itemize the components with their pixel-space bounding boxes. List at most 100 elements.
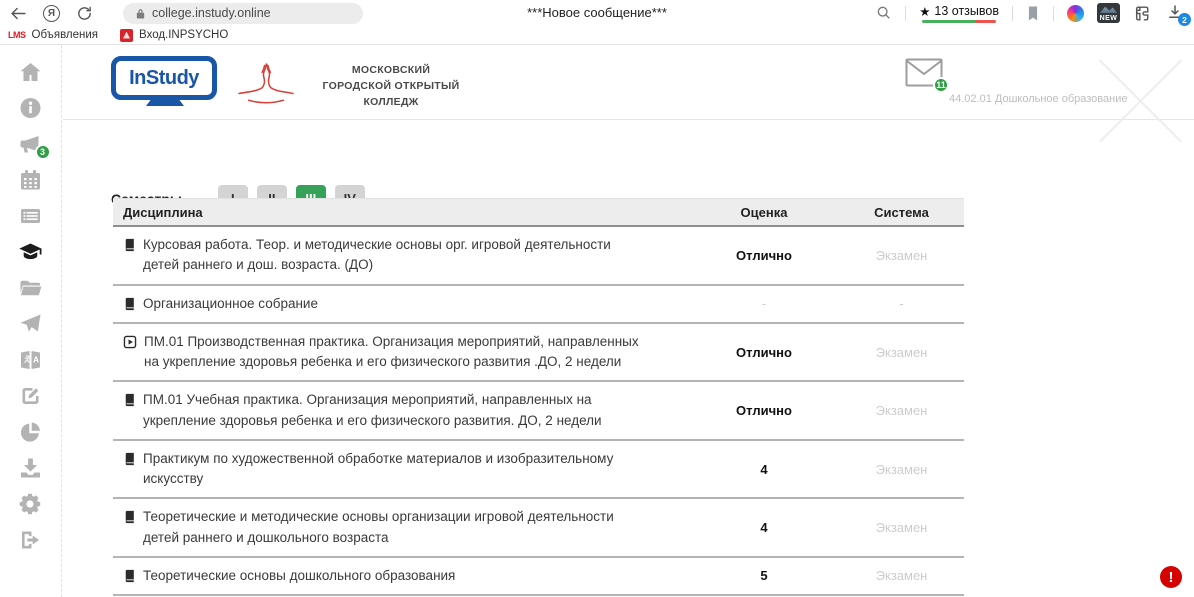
svg-text:A: A [33,354,39,364]
url-text: college.instudy.online [152,6,271,20]
star-icon: ★ [919,4,930,19]
bookmark-flag-icon[interactable] [1026,5,1040,22]
sidebar-item-edit[interactable] [18,383,44,408]
sidebar-item-calendar[interactable] [18,167,44,192]
main-content: InStudy МОСКОВСКИЙ ГОРОДСКОЙ ОТКРЫТЫЙ КО… [63,45,1194,597]
sidebar-item-info[interactable] [18,95,44,120]
table-row[interactable]: Курсовая работа. Теор. и методические ос… [113,227,964,286]
system-cell: Экзамен [839,520,964,535]
extension-new-icon[interactable]: NEW [1097,3,1120,23]
browser-profile-icon[interactable]: Я [43,5,60,22]
bookmark-label: Объявления [32,29,99,41]
table-row[interactable]: Практикум по художественной обработке ма… [113,441,964,500]
column-header-discipline: Дисциплина [113,205,689,220]
college-name: МОСКОВСКИЙ ГОРОДСКОЙ ОТКРЫТЫЙ КОЛЛЕДЖ [301,63,481,110]
bookmark-announcements[interactable]: LMS Объявления [8,29,98,41]
alert-icon[interactable]: ! [1160,566,1182,588]
mail-badge: 11 [933,77,949,93]
home-icon [18,60,43,84]
downloads-badge: 2 [1178,13,1191,26]
discipline-title: Практикум по художественной обработке ма… [143,449,649,490]
instudy-logo-stand [146,100,184,106]
download-icon [18,456,43,480]
discipline-title: Теоретические и методические основы орга… [143,507,649,548]
system-cell: Экзамен [839,345,964,360]
discipline-cell: ПМ.01 Учебная практика. Организация меро… [113,390,689,431]
sidebar-item-translate[interactable]: えA [18,347,44,372]
book-icon [123,510,136,524]
discipline-title: Теоретические основы дошкольного образов… [143,566,455,586]
svg-text:え: え [24,355,32,364]
sidebar-item-downloads[interactable] [18,455,44,480]
send-icon [18,312,43,336]
browser-toolbar: Я college.instudy.online ***Новое сообще… [0,0,1194,26]
downloads-icon[interactable]: 2 [1166,3,1186,23]
close-x-icon[interactable] [1093,53,1188,148]
system-cell: - [839,296,964,311]
sidebar-item-logout[interactable] [18,527,44,552]
app-header: InStudy МОСКОВСКИЙ ГОРОДСКОЙ ОТКРЫТЫЙ КО… [63,45,1194,120]
column-header-system: Система [839,205,964,220]
sidebar-item-stats[interactable] [18,419,44,444]
page-title: ***Новое сообщение*** [527,5,667,20]
back-icon[interactable] [10,5,27,22]
divider [1012,6,1013,21]
logout-icon [18,528,43,552]
discipline-cell: ПМ.01 Производственная практика. Организ… [113,332,689,373]
folder-icon [18,276,43,300]
table-row[interactable]: Организационное собрание-- [113,286,964,324]
address-bar[interactable]: college.instudy.online [123,3,363,24]
inpsycho-logo-icon [120,29,133,42]
grade-cell: Отлично [689,345,839,360]
graduation-cap-icon [18,240,43,264]
sidebar-item-home[interactable] [18,59,44,84]
sidebar-item-journal[interactable] [18,203,44,228]
rating-bar [922,20,996,23]
bookmarks-bar: LMS Объявления Вход.INPSYCHO [0,26,1194,45]
play-icon [123,335,137,349]
book-icon [123,393,136,407]
table-row[interactable]: ПМ.01 Учебная практика. Организация меро… [113,382,964,441]
grade-cell: 4 [689,462,839,477]
sidebar-item-announcements[interactable]: 3 [18,131,44,156]
edit-icon [18,384,43,408]
discipline-cell: Практикум по художественной обработке ма… [113,449,689,490]
column-header-grade: Оценка [689,205,839,220]
reviews-button[interactable]: ★ 13 отзывов [919,4,999,23]
system-cell: Экзамен [839,462,964,477]
pie-chart-icon [18,420,43,444]
discipline-cell: Организационное собрание [113,294,689,314]
extension-color-icon[interactable] [1067,5,1084,22]
translate-icon: えA [18,348,43,372]
sidebar-item-files[interactable] [18,275,44,300]
sidebar-item-settings[interactable] [18,491,44,516]
system-cell: Экзамен [839,403,964,418]
grade-cell: Отлично [689,248,839,263]
table-row[interactable]: ПМ.01 Производственная практика. Организ… [113,324,964,383]
list-icon [18,204,43,228]
system-cell: Экзамен [839,568,964,583]
book-icon [123,297,136,311]
book-icon [123,452,136,466]
bookmark-inpsycho[interactable]: Вход.INPSYCHO [120,29,228,42]
book-icon [123,238,136,252]
college-emblem-icon [235,53,297,107]
extension-icon[interactable] [1133,4,1153,23]
sidebar-item-messages[interactable] [18,311,44,336]
mail-button[interactable]: 11 [905,58,943,87]
bookmark-label: Вход.INPSYCHO [139,29,228,41]
lock-icon [135,7,146,20]
discipline-title: Курсовая работа. Теор. и методические ос… [143,235,649,276]
table-row[interactable]: Теоретические основы дошкольного образов… [113,558,964,596]
gear-icon [18,492,43,516]
instudy-logo: InStudy [111,56,217,100]
refresh-icon[interactable] [76,5,93,22]
search-icon[interactable] [876,5,892,21]
system-cell: Экзамен [839,248,964,263]
discipline-title: ПМ.01 Учебная практика. Организация меро… [143,390,649,431]
discipline-cell: Теоретические основы дошкольного образов… [113,566,689,586]
table-header: Дисциплина Оценка Система [113,198,964,227]
sidebar-item-grades[interactable] [18,239,44,264]
reviews-count: 13 отзывов [934,4,999,18]
table-row[interactable]: Теоретические и методические основы орга… [113,499,964,558]
